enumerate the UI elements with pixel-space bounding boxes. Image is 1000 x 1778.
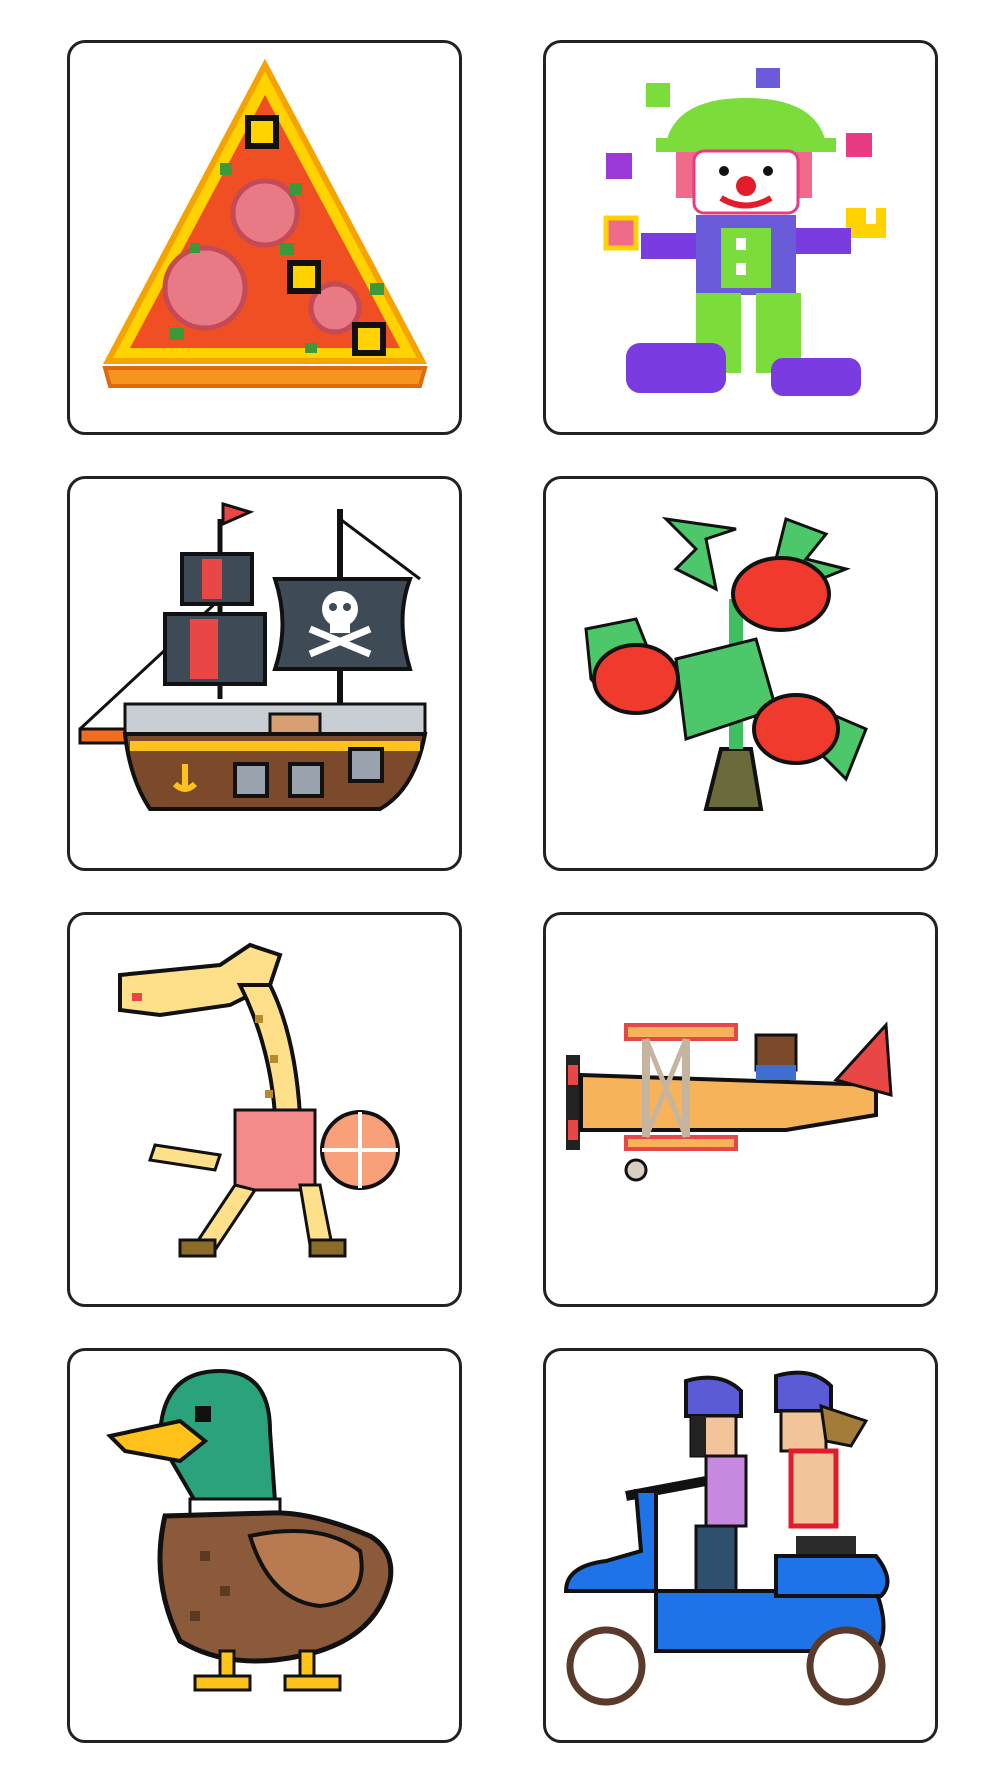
duck-card[interactable]	[67, 1348, 462, 1743]
tomato-plant-icon	[584, 516, 868, 811]
clown-icon	[603, 68, 886, 396]
duck-icon	[105, 1368, 394, 1692]
biplane-card[interactable]	[543, 912, 938, 1307]
giraffe-icon	[118, 942, 400, 1258]
pizza-icon	[102, 58, 428, 388]
pirate-ship-card[interactable]	[67, 476, 462, 871]
airplane-icon	[566, 1021, 893, 1182]
giraffe-card[interactable]	[67, 912, 462, 1307]
scooter-icon	[563, 1370, 890, 1706]
picture-grid	[0, 0, 1000, 1778]
tomato-plant-card[interactable]	[543, 476, 938, 871]
pizza-card[interactable]	[67, 40, 462, 435]
scooter-card[interactable]	[543, 1348, 938, 1743]
pirate-ship-icon	[78, 501, 428, 811]
clown-card[interactable]	[543, 40, 938, 435]
